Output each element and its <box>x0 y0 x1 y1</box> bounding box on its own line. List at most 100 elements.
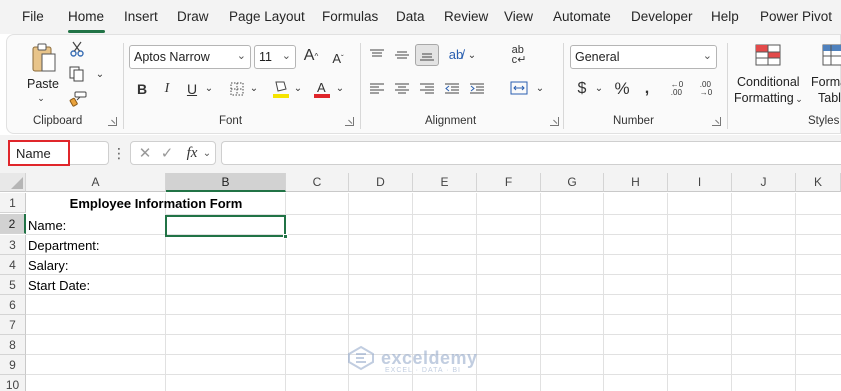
row-header-9[interactable]: 9 <box>0 355 26 375</box>
decrease-decimal-icon[interactable]: .00 →0 <box>695 78 717 100</box>
column-header-h[interactable]: H <box>604 173 668 192</box>
tab-view[interactable]: View <box>504 9 533 24</box>
merge-chevron-icon[interactable]: ⌄ <box>535 81 545 95</box>
insert-function-icon[interactable]: fx <box>183 143 201 163</box>
align-center-icon[interactable] <box>394 81 410 97</box>
conditional-formatting-chevron-icon[interactable]: ⌄ <box>794 93 804 105</box>
copy-icon[interactable] <box>69 66 85 82</box>
font-size-dropdown[interactable]: 11 ⌄ <box>254 45 296 69</box>
format-painter-icon[interactable] <box>69 91 87 107</box>
conditional-formatting-icon[interactable] <box>754 43 782 67</box>
merge-center-icon[interactable] <box>509 79 529 97</box>
row-header-10[interactable]: 10 <box>0 375 26 391</box>
align-left-icon[interactable] <box>369 81 385 97</box>
column-header-c[interactable]: C <box>286 173 349 192</box>
percent-icon[interactable]: % <box>613 79 631 99</box>
bold-icon[interactable]: B <box>135 80 149 98</box>
row-header-6[interactable]: 6 <box>0 295 26 315</box>
fx-chevron-icon[interactable]: ⌄ <box>201 145 213 161</box>
cell-a3[interactable]: Department: <box>28 238 100 253</box>
row-header-3[interactable]: 3 <box>0 235 26 255</box>
conditional-formatting-label[interactable]: Conditional <box>737 75 800 89</box>
borders-icon[interactable] <box>229 81 245 97</box>
column-header-j[interactable]: J <box>732 173 796 192</box>
column-header-a[interactable]: A <box>26 173 166 192</box>
formula-input[interactable] <box>221 141 841 165</box>
row-header-7[interactable]: 7 <box>0 315 26 335</box>
select-all-corner[interactable] <box>0 173 26 192</box>
tab-formulas[interactable]: Formulas <box>322 9 378 24</box>
paste-icon[interactable] <box>29 41 59 75</box>
tab-page-layout[interactable]: Page Layout <box>229 9 305 24</box>
tab-developer[interactable]: Developer <box>631 9 693 24</box>
column-header-b[interactable]: B <box>166 173 286 192</box>
column-header-d[interactable]: D <box>349 173 413 192</box>
number-launcher-icon[interactable] <box>712 117 721 126</box>
chevron-down-icon[interactable]: ⌄ <box>35 93 47 103</box>
copy-chevron-icon[interactable]: ⌄ <box>95 68 105 80</box>
comma-style-icon[interactable]: , <box>641 79 653 99</box>
align-top-icon[interactable] <box>369 47 385 63</box>
conditional-formatting-label-2[interactable]: Formatting <box>734 91 794 105</box>
column-header-e[interactable]: E <box>413 173 477 192</box>
cell-a2[interactable]: Name: <box>28 218 66 233</box>
column-header-f[interactable]: F <box>477 173 541 192</box>
cut-icon[interactable] <box>69 41 85 57</box>
tab-power-pivot[interactable]: Power Pivot <box>760 9 832 24</box>
cancel-icon[interactable]: ✕ <box>137 144 153 162</box>
row-header-5[interactable]: 5 <box>0 275 26 295</box>
borders-chevron-icon[interactable]: ⌄ <box>249 81 259 95</box>
row-header-4[interactable]: 4 <box>0 255 26 275</box>
increase-font-size-icon[interactable]: A ^ <box>302 47 320 65</box>
tab-automate[interactable]: Automate <box>553 9 611 24</box>
font-color-chevron-icon[interactable]: ⌄ <box>335 81 345 95</box>
column-header-g[interactable]: G <box>541 173 604 192</box>
selected-cell-b2[interactable] <box>165 215 286 237</box>
decrease-font-size-icon[interactable]: Aˇ <box>329 49 347 67</box>
fill-handle[interactable] <box>283 234 288 239</box>
cell-a4[interactable]: Salary: <box>28 258 68 273</box>
currency-icon[interactable]: $ <box>575 79 589 99</box>
align-right-icon[interactable] <box>419 81 435 97</box>
tab-home[interactable]: Home <box>68 9 104 24</box>
font-name-dropdown[interactable]: Aptos Narrow ⌄ <box>129 45 251 69</box>
cell-a5[interactable]: Start Date: <box>28 278 90 293</box>
clipboard-launcher-icon[interactable] <box>108 117 117 126</box>
format-as-table-label-2[interactable]: Table <box>818 91 841 105</box>
currency-chevron-icon[interactable]: ⌄ <box>594 81 604 95</box>
orientation-chevron-icon[interactable]: ⌄ <box>467 48 477 62</box>
tab-help[interactable]: Help <box>711 9 739 24</box>
wrap-text-icon[interactable]: ab c↵ <box>509 43 529 67</box>
increase-decimal-icon[interactable]: ←0.00 <box>666 78 688 100</box>
enter-icon[interactable]: ✓ <box>159 144 175 162</box>
name-box-dropdown[interactable] <box>70 141 109 165</box>
decrease-indent-icon[interactable] <box>444 81 460 97</box>
fill-color-icon[interactable] <box>272 79 290 99</box>
underline-icon[interactable]: U <box>185 80 199 98</box>
tab-data[interactable]: Data <box>396 9 425 24</box>
row-header-2[interactable]: 2 <box>0 214 26 234</box>
row-header-1[interactable]: 1 <box>0 193 26 213</box>
cell-a1[interactable]: Employee Information Form <box>26 196 286 211</box>
number-format-dropdown[interactable]: General ⌄ <box>570 45 717 69</box>
tab-file[interactable]: File <box>22 9 44 24</box>
row-header-8[interactable]: 8 <box>0 335 26 355</box>
increase-indent-icon[interactable] <box>469 81 485 97</box>
orientation-icon[interactable]: ab̸ <box>447 45 465 63</box>
more-options-icon[interactable]: ⋮ <box>112 144 126 162</box>
column-header-i[interactable]: I <box>668 173 732 192</box>
tab-draw[interactable]: Draw <box>177 9 209 24</box>
tab-insert[interactable]: Insert <box>124 9 158 24</box>
tab-review[interactable]: Review <box>444 9 488 24</box>
italic-icon[interactable]: I <box>160 80 174 98</box>
align-middle-icon[interactable] <box>394 47 410 63</box>
column-header-k[interactable]: K <box>796 173 841 192</box>
paste-label[interactable]: Paste <box>27 77 59 91</box>
align-bottom-icon[interactable] <box>415 44 439 66</box>
font-launcher-icon[interactable] <box>345 117 354 126</box>
format-as-table-icon[interactable] <box>822 43 841 67</box>
fill-color-chevron-icon[interactable]: ⌄ <box>293 81 303 95</box>
alignment-launcher-icon[interactable] <box>550 117 559 126</box>
name-box[interactable]: Name <box>8 140 70 166</box>
format-as-table-label[interactable]: Format <box>811 75 841 89</box>
